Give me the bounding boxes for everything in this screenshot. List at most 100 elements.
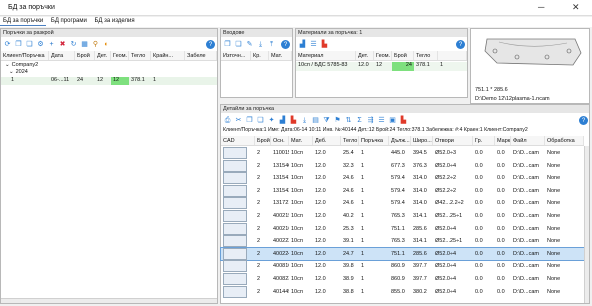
table-row[interactable]: 2 40022410сп 12.0 24.7 1 751.1 285.6 Ø52.0÷4 0.0… (220, 246, 585, 261)
cell-file: D:\D...cam (513, 150, 539, 156)
columns-icon[interactable]: ⇶ (366, 116, 375, 125)
add-icon[interactable]: + (47, 40, 56, 49)
paste-icon[interactable]: ❏ (256, 116, 265, 125)
cycle-icon[interactable]: ↻ (69, 40, 78, 49)
col-qty[interactable]: Брой (75, 51, 95, 60)
cell-w: 32.3 (343, 162, 354, 169)
preview-dimensions: 751.1 * 285.6 (475, 87, 508, 93)
cell-w: 24.6 (343, 175, 354, 182)
help-icon[interactable]: ? (579, 116, 588, 125)
cell-w: 38.9 (343, 276, 354, 282)
col-notes[interactable]: Забеле (185, 51, 217, 60)
table-row[interactable]: 2 13154010сп 12.0 32.3 1 677.3 376.3 Ø52.0÷4 0.0… (221, 159, 584, 172)
chart-icon[interactable]: ▟ (298, 40, 307, 49)
cell-len: 751.1 (391, 250, 405, 257)
table-row[interactable]: 2 13172110сп 12.0 24.6 1 579.4 314.0 Ø42...2.2÷… (221, 197, 584, 210)
order-row[interactable]: 1 06-...11 24 12 12 378.1 1 (1, 77, 217, 85)
cell-ord: 1 (361, 276, 365, 282)
list-icon[interactable]: ☰ (309, 40, 318, 49)
minimize-button[interactable]: ─ (538, 2, 544, 12)
sum-icon[interactable]: Σ (355, 116, 364, 125)
col-final[interactable]: Крайн... (151, 51, 185, 60)
cell-len: 751.1 (391, 225, 405, 232)
delete-icon[interactable]: ✖ (58, 40, 67, 49)
help-icon[interactable]: ? (206, 40, 215, 49)
cell-wid: 394.5 (413, 150, 427, 156)
details-vscrollbar[interactable] (584, 146, 589, 303)
part-thumbnail (223, 147, 247, 159)
col-geom[interactable]: Геом. (111, 51, 129, 60)
sort-icon[interactable]: ⇅ (344, 116, 353, 125)
sync-icon[interactable]: ◐ (102, 40, 111, 49)
flag-icon[interactable]: ▙ (320, 40, 329, 49)
list-icon[interactable]: ☰ (377, 116, 386, 125)
material-row[interactable]: 10сп / БДС 5785-83 12.0 12 24 378.1 1 (296, 62, 467, 71)
cell-proc: None (547, 150, 561, 156)
tab-programs-db[interactable]: БД програми (48, 17, 90, 25)
cell-th: 12.0 (315, 175, 326, 182)
table-row[interactable]: 2 13154210сп 12.0 24.6 1 579.4 314.0 Ø52.2÷2 0.0… (221, 184, 584, 197)
book-icon[interactable]: ▤ (311, 116, 320, 125)
cut-icon[interactable]: ✂ (234, 116, 243, 125)
order-info-bar: Клиент/Поръчка:1 Име: Дата:06-14 10:11 И… (223, 127, 528, 133)
cell-w: 39.1 (343, 238, 354, 245)
filter-icon[interactable]: ⧩ (322, 116, 331, 125)
grid-icon[interactable]: ▦ (80, 40, 89, 49)
cell-len: 445.0 (391, 150, 405, 156)
copy-icon[interactable]: ❐ (14, 40, 23, 49)
cell-th: 12.0 (315, 187, 326, 194)
tab-orders-db[interactable]: БД за поръчки (0, 17, 47, 26)
paste-icon[interactable]: ❏ (25, 40, 34, 49)
warning-icon[interactable]: ▙ (399, 116, 408, 125)
person-icon[interactable]: ⚲ (91, 40, 100, 49)
col-date[interactable]: Дата (49, 51, 75, 60)
flag-icon[interactable]: ▙ (289, 116, 298, 125)
tree-year[interactable]: ⌄ 2024 (7, 69, 28, 75)
cell-gr: 0.0 (475, 213, 483, 219)
table-row[interactable]: 2 13154110сп 12.0 24.6 1 579.4 314.0 Ø52.2÷2 0.0… (221, 172, 584, 185)
cell-ord: 1 (361, 162, 365, 169)
cell-th: 12.0 (315, 238, 326, 245)
tab-products-db[interactable]: БД за изделия (91, 17, 137, 25)
cell-th: 12.0 (315, 162, 326, 169)
chevron-down-icon[interactable]: ⌄ (3, 62, 10, 68)
cell-id: 131540 (273, 162, 289, 169)
table-row[interactable]: 2 40021510сп 12.0 40.2 1 765.3 314.1 Ø52...25÷1… (221, 210, 584, 222)
tree-company[interactable]: ⌄ Company2 (3, 62, 38, 68)
edit-icon[interactable]: ✎ (245, 40, 254, 49)
table-row[interactable]: 2 40082310сп 12.0 38.9 1 860.9 397.7 Ø52.0÷4 0.0… (221, 273, 584, 285)
pin-icon[interactable]: ⚑ (333, 116, 342, 125)
settings-icon[interactable]: ⚙ (36, 40, 45, 49)
image-icon[interactable]: ▣ (388, 116, 397, 125)
refresh-icon[interactable]: ⟳ (3, 40, 12, 49)
col-weight[interactable]: Тегло (129, 51, 151, 60)
table-row[interactable]: 2 11001510сп 12.0 25.4 1 445.0 394.5 Ø52.0÷3 0.0… (221, 147, 584, 159)
orders-hscrollbar[interactable] (1, 298, 217, 303)
table-row[interactable]: 2 40022210сп 12.0 39.1 1 765.3 314.1 Ø52...25÷1… (221, 235, 584, 248)
cell-th: 12.0 (315, 213, 326, 219)
table-row[interactable]: 2 40081010сп 12.0 39.8 1 860.9 397.7 Ø52.0÷4 0.0… (221, 260, 584, 273)
cell-holes: Ø52.2÷2 (435, 175, 457, 182)
copy-icon[interactable]: ❐ (223, 40, 232, 49)
help-icon[interactable]: ? (456, 40, 465, 49)
print-icon[interactable]: ⎙ (223, 116, 232, 125)
import-icon[interactable]: ⤓ (256, 40, 265, 49)
col-det[interactable]: Дет. (95, 51, 111, 60)
new-icon[interactable]: ✦ (267, 116, 276, 125)
close-button[interactable]: ✕ (572, 2, 580, 13)
paste-icon[interactable]: ❏ (234, 40, 243, 49)
col-client[interactable]: Клиент/Поръчка (1, 51, 49, 60)
export-icon[interactable]: ⤒ (267, 40, 276, 49)
chart-icon[interactable]: ▟ (278, 116, 287, 125)
chevron-down-icon[interactable]: ⌄ (7, 69, 14, 75)
cell-mat: 10сп (291, 276, 303, 282)
copy-icon[interactable]: ❐ (245, 116, 254, 125)
cell-ord: 1 (361, 187, 365, 194)
help-icon[interactable]: ? (281, 40, 290, 49)
cell-ord: 1 (361, 238, 365, 245)
cell-qty: 2 (257, 225, 261, 232)
table-row[interactable]: 2 40021610сп 12.0 25.3 1 751.1 285.6 Ø52.0÷4 0.0… (221, 222, 584, 235)
import-icon[interactable]: ⤓ (300, 116, 309, 125)
table-row[interactable]: 2 40144510сп 12.0 38.8 1 855.0 380.2 Ø52.0÷4 0.0… (221, 285, 584, 298)
inputs-panel-title: Входове (221, 29, 292, 37)
